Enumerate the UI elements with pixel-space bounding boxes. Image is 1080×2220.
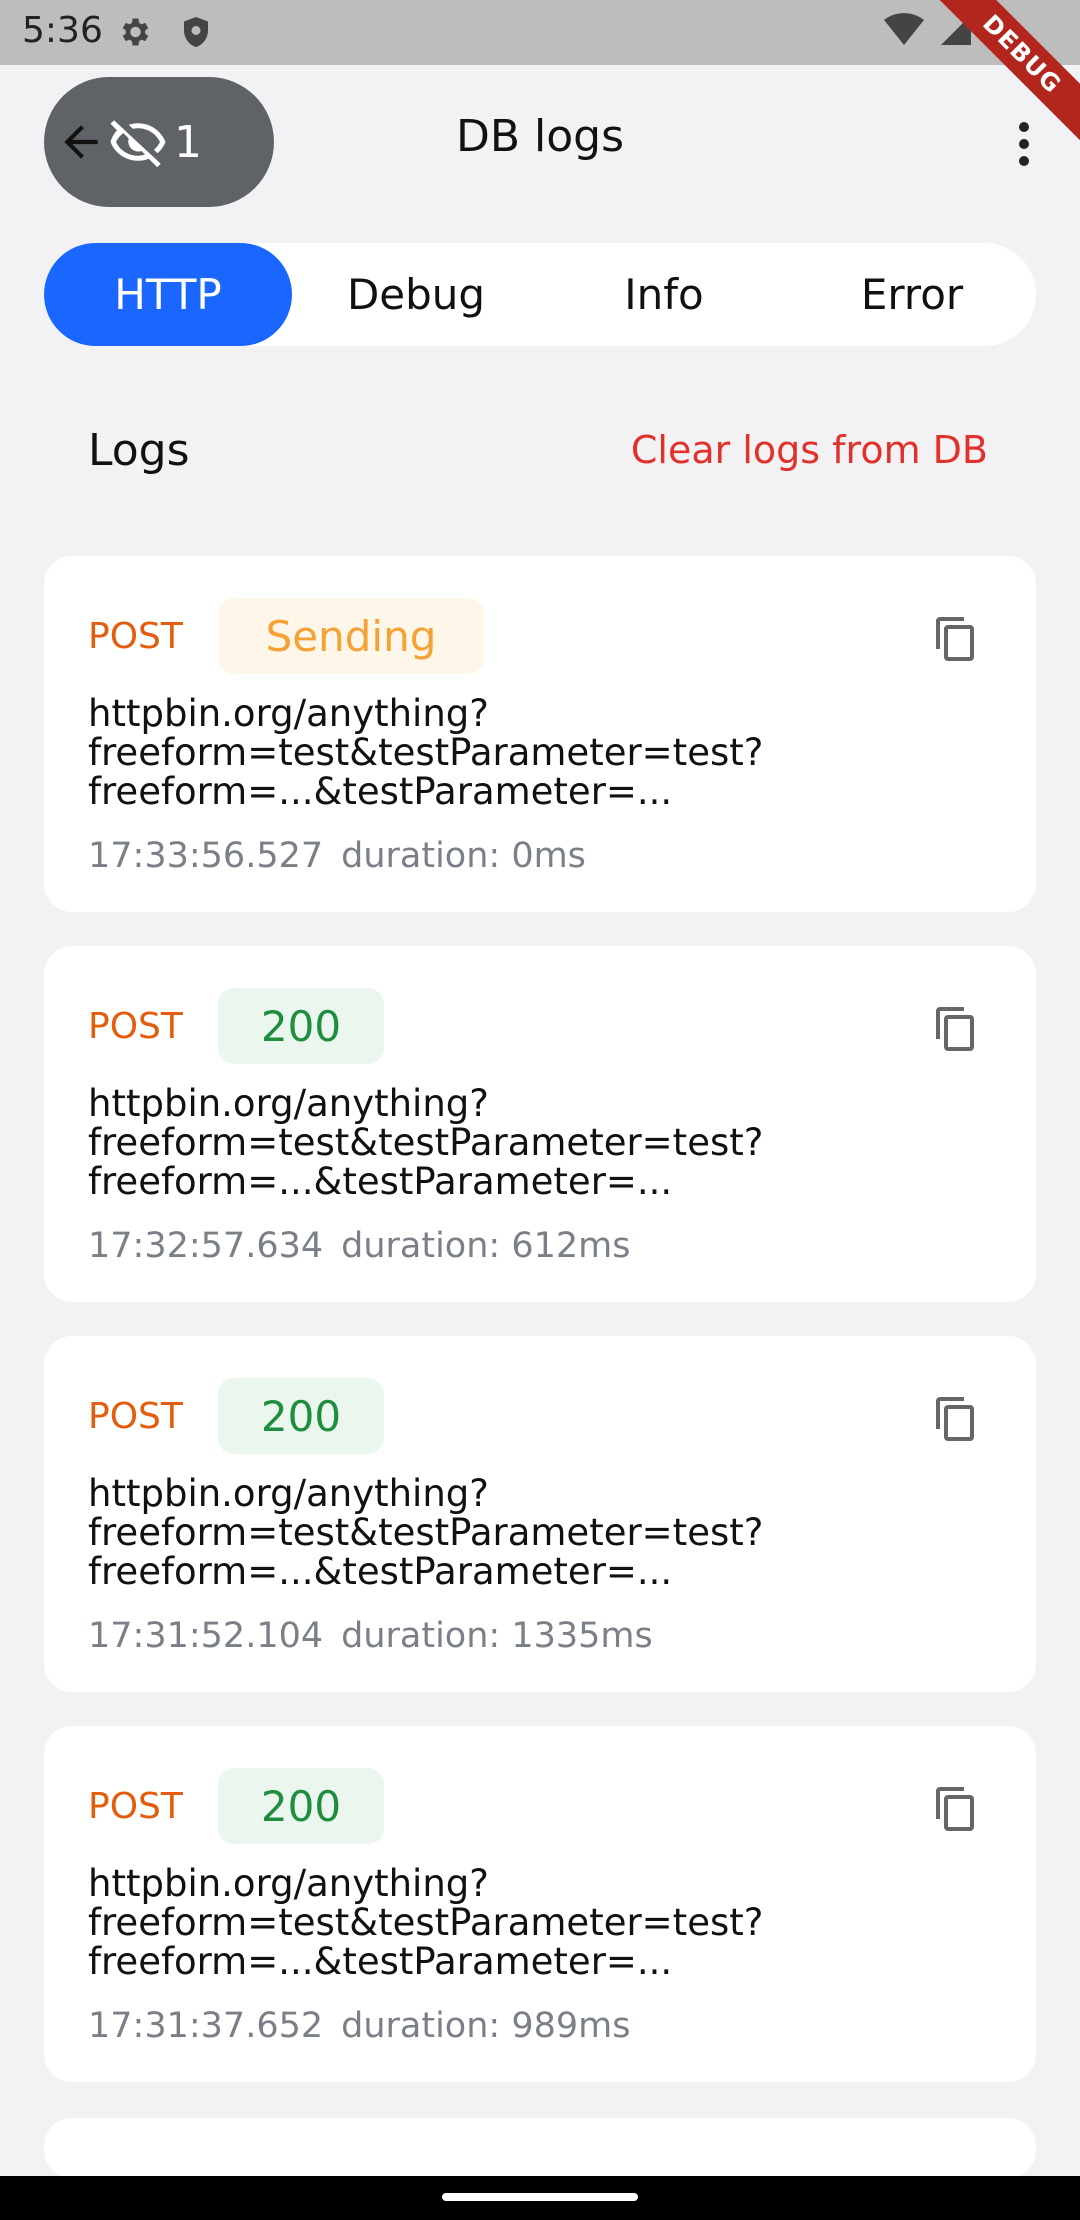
copy-icon[interactable] bbox=[932, 1392, 980, 1446]
log-meta: 17:31:37.652 duration: 989ms bbox=[88, 2006, 630, 2046]
page-title: DB logs bbox=[455, 111, 625, 162]
logs-title: Logs bbox=[88, 425, 190, 476]
copy-icon[interactable] bbox=[932, 612, 980, 666]
url-line: httpbin.org/anything? bbox=[88, 1082, 489, 1125]
status-badge: Sending bbox=[218, 598, 484, 674]
status-time: 5:36 bbox=[22, 10, 103, 51]
copy-icon[interactable] bbox=[932, 1002, 980, 1056]
request-url: httpbin.org/anything? freeform=test&test… bbox=[88, 694, 908, 811]
log-duration: duration: 0ms bbox=[341, 836, 586, 876]
log-meta: 17:31:52.104 duration: 1335ms bbox=[88, 1616, 653, 1656]
tab-debug[interactable]: Debug bbox=[292, 243, 540, 346]
request-url: httpbin.org/anything? freeform=test&test… bbox=[88, 1864, 908, 1981]
log-card[interactable]: POST 200 httpbin.org/anything? freeform=… bbox=[44, 1336, 1036, 1692]
http-method: POST bbox=[88, 1786, 183, 1827]
home-handle[interactable] bbox=[442, 2193, 638, 2201]
url-line: freeform=test&testParameter=test? bbox=[88, 731, 764, 774]
request-url: httpbin.org/anything? freeform=test&test… bbox=[88, 1474, 908, 1591]
navigation-bar bbox=[0, 2176, 1080, 2220]
copy-icon[interactable] bbox=[932, 1782, 980, 1836]
log-time: 17:31:52.104 bbox=[88, 1616, 324, 1656]
shield-icon bbox=[184, 17, 208, 47]
url-line: freeform=test&testParameter=test? bbox=[88, 1901, 764, 1944]
request-url: httpbin.org/anything? freeform=test&test… bbox=[88, 1084, 908, 1201]
log-time: 17:33:56.527 bbox=[88, 836, 324, 876]
http-method: POST bbox=[88, 1396, 183, 1437]
http-method: POST bbox=[88, 616, 183, 657]
settings-icon bbox=[122, 18, 149, 46]
url-line: freeform=...&testParameter=... bbox=[88, 1160, 673, 1203]
status-badge: 200 bbox=[218, 988, 384, 1064]
log-card[interactable]: POST 200 httpbin.org/anything? freeform=… bbox=[44, 1726, 1036, 2082]
tab-info[interactable]: Info bbox=[540, 243, 788, 346]
status-badge: 200 bbox=[218, 1768, 384, 1844]
url-line: httpbin.org/anything? bbox=[88, 1862, 489, 1905]
log-level-tabs: HTTP Debug Info Error bbox=[44, 243, 1036, 346]
log-meta: 17:32:57.634 duration: 612ms bbox=[88, 1226, 630, 1266]
url-line: freeform=...&testParameter=... bbox=[88, 770, 673, 813]
url-line: freeform=...&testParameter=... bbox=[88, 1940, 673, 1983]
tab-http[interactable]: HTTP bbox=[44, 243, 292, 346]
wifi-icon bbox=[884, 13, 924, 45]
url-line: freeform=test&testParameter=test? bbox=[88, 1121, 764, 1164]
log-card[interactable]: POST Sending httpbin.org/anything? freef… bbox=[44, 556, 1036, 912]
url-line: freeform=...&testParameter=... bbox=[88, 1550, 673, 1593]
log-meta: 17:33:56.527 duration: 0ms bbox=[88, 836, 586, 876]
log-time: 17:32:57.634 bbox=[88, 1226, 324, 1266]
log-time: 17:31:37.652 bbox=[88, 2006, 324, 2046]
log-duration: duration: 1335ms bbox=[341, 1616, 653, 1656]
http-method: POST bbox=[88, 1006, 183, 1047]
status-badge: 200 bbox=[218, 1378, 384, 1454]
log-duration: duration: 989ms bbox=[341, 2006, 631, 2046]
clear-logs-button[interactable]: Clear logs from DB bbox=[631, 428, 988, 472]
debug-ribbon-label: DEBUG bbox=[923, 0, 1080, 153]
log-card[interactable] bbox=[44, 2118, 1036, 2178]
app-bar: 1 DB logs bbox=[0, 65, 1080, 225]
debug-ribbon: DEBUG bbox=[920, 0, 1080, 160]
url-line: freeform=test&testParameter=test? bbox=[88, 1511, 764, 1554]
url-line: httpbin.org/anything? bbox=[88, 692, 489, 735]
log-duration: duration: 612ms bbox=[341, 1226, 631, 1266]
status-bar: 5:36 bbox=[0, 0, 1080, 65]
log-card[interactable]: POST 200 httpbin.org/anything? freeform=… bbox=[44, 946, 1036, 1302]
url-line: httpbin.org/anything? bbox=[88, 1472, 489, 1515]
tab-error[interactable]: Error bbox=[788, 243, 1036, 346]
